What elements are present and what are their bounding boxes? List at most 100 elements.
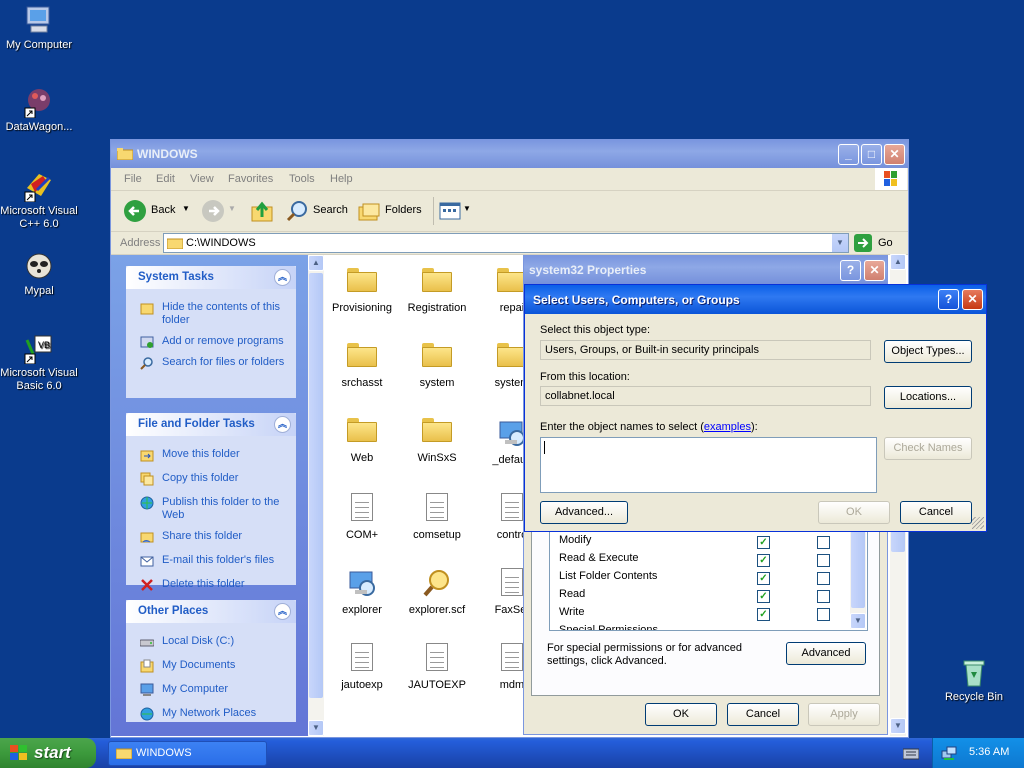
deny-checkbox[interactable]: [817, 608, 830, 621]
locations-button[interactable]: Locations...: [884, 386, 972, 409]
task-email-files[interactable]: E-mail this folder's files: [126, 552, 296, 569]
scroll-down-button[interactable]: ▼: [890, 718, 906, 734]
deny-checkbox[interactable]: [817, 572, 830, 585]
deny-checkbox[interactable]: [817, 536, 830, 549]
mypal-icon: [23, 250, 55, 282]
file-item[interactable]: WinSxS: [400, 418, 474, 464]
task-hide-contents[interactable]: Hide the contents of this folder: [126, 299, 296, 329]
menu-view[interactable]: View: [190, 173, 214, 185]
task-pane-scrollbar[interactable]: ▲ ▼: [308, 255, 324, 736]
collapse-chevron-icon[interactable]: ︽: [274, 603, 291, 620]
scroll-down-button[interactable]: ▼: [308, 720, 324, 736]
examples-link[interactable]: examples: [704, 421, 751, 433]
collapse-chevron-icon[interactable]: ︽: [274, 269, 291, 286]
file-item[interactable]: system: [400, 343, 474, 389]
place-my-documents[interactable]: My Documents: [126, 657, 296, 674]
task-delete-folder[interactable]: Delete this folder: [126, 576, 296, 593]
task-share-folder[interactable]: Share this folder: [126, 528, 296, 545]
close-button[interactable]: ✕: [864, 260, 885, 281]
cancel-button[interactable]: Cancel: [900, 501, 972, 524]
file-item[interactable]: Web: [325, 418, 399, 464]
deny-checkbox[interactable]: [817, 590, 830, 603]
folders-button[interactable]: Folders: [357, 199, 427, 223]
desktop-icon-mypal[interactable]: Mypal: [0, 250, 78, 298]
place-local-disk[interactable]: Local Disk (C:): [126, 633, 296, 650]
resize-grip-icon[interactable]: [972, 517, 984, 529]
ok-button[interactable]: OK: [645, 703, 717, 726]
allow-checkbox[interactable]: ✓: [757, 608, 770, 621]
desktop-icon-visual-cpp[interactable]: Microsoft Visual C++ 6.0: [0, 170, 78, 231]
scroll-down-button[interactable]: ▼: [850, 613, 866, 629]
menu-edit[interactable]: Edit: [156, 173, 175, 185]
menu-file[interactable]: File: [124, 173, 142, 185]
network-tray-icon[interactable]: [941, 745, 957, 761]
file-item[interactable]: comsetup: [400, 493, 474, 541]
permissions-scrollbar[interactable]: ▼: [850, 530, 866, 629]
task-publish-web[interactable]: Publish this folder to the Web: [126, 494, 296, 524]
place-my-computer[interactable]: My Computer: [126, 681, 296, 698]
scroll-thumb[interactable]: [309, 273, 323, 698]
file-item[interactable]: srchasst: [325, 343, 399, 389]
desktop-icon-visual-basic[interactable]: VB Microsoft Visual Basic 6.0: [0, 332, 78, 393]
help-button[interactable]: ?: [938, 289, 959, 310]
object-types-button[interactable]: Object Types...: [884, 340, 972, 363]
address-input[interactable]: C:\WINDOWS ▼: [163, 233, 849, 253]
properties-titlebar[interactable]: system32 Properties ? ✕: [524, 256, 887, 284]
minimize-button[interactable]: _: [838, 144, 859, 165]
keyboard-icon[interactable]: [902, 746, 920, 760]
close-button[interactable]: ✕: [884, 144, 905, 165]
back-button[interactable]: Back ▼: [123, 199, 193, 223]
deny-checkbox[interactable]: [817, 554, 830, 567]
file-item[interactable]: COM+: [325, 493, 399, 541]
search-button[interactable]: Search: [285, 199, 349, 223]
place-my-network[interactable]: My Network Places: [126, 705, 296, 722]
select-users-titlebar[interactable]: Select Users, Computers, or Groups ? ✕: [525, 285, 986, 314]
allow-checkbox[interactable]: ✓: [757, 572, 770, 585]
explorer-titlebar[interactable]: WINDOWS _ □ ✕: [111, 140, 908, 168]
menu-tools[interactable]: Tools: [289, 173, 315, 185]
object-names-input[interactable]: [540, 437, 877, 493]
apply-button[interactable]: Apply: [808, 703, 880, 726]
scroll-up-button[interactable]: ▲: [308, 255, 324, 271]
file-item[interactable]: Provisioning: [325, 268, 399, 314]
allow-checkbox[interactable]: ✓: [757, 554, 770, 567]
menu-favorites[interactable]: Favorites: [228, 173, 273, 185]
desktop-icon-datawagon[interactable]: DataWagon...: [0, 86, 78, 134]
check-names-button[interactable]: Check Names: [884, 437, 972, 460]
file-item[interactable]: JAUTOEXP: [400, 643, 474, 691]
other-places-header[interactable]: Other Places ︽: [126, 600, 296, 623]
scroll-up-button[interactable]: ▲: [890, 254, 906, 270]
scroll-thumb[interactable]: [851, 530, 865, 608]
task-move-folder[interactable]: Move this folder: [126, 446, 296, 463]
forward-button[interactable]: ▼: [201, 199, 237, 223]
ok-button[interactable]: OK: [818, 501, 890, 524]
close-button[interactable]: ✕: [962, 289, 983, 310]
help-button[interactable]: ?: [840, 260, 861, 281]
address-dropdown-button[interactable]: ▼: [832, 234, 848, 252]
system-tasks-header[interactable]: System Tasks ︽: [126, 266, 296, 289]
file-item[interactable]: explorer: [325, 568, 399, 616]
taskbar-button-windows[interactable]: WINDOWS: [108, 741, 267, 766]
start-button[interactable]: start: [0, 738, 96, 768]
advanced-button[interactable]: Advanced...: [540, 501, 628, 524]
views-button[interactable]: ▼: [438, 199, 471, 223]
allow-checkbox[interactable]: ✓: [757, 590, 770, 603]
go-button[interactable]: Go: [853, 233, 903, 253]
task-search-files[interactable]: Search for files or folders: [126, 354, 296, 371]
file-folder-tasks-header[interactable]: File and Folder Tasks ︽: [126, 413, 296, 436]
file-item[interactable]: Registration: [400, 268, 474, 314]
collapse-chevron-icon[interactable]: ︽: [274, 416, 291, 433]
advanced-button[interactable]: Advanced: [786, 642, 866, 665]
clock[interactable]: 5:36 AM: [969, 746, 1009, 758]
menu-help[interactable]: Help: [330, 173, 353, 185]
task-copy-folder[interactable]: Copy this folder: [126, 470, 296, 487]
file-item[interactable]: jautoexp: [325, 643, 399, 691]
file-item[interactable]: explorer.scf: [400, 568, 474, 616]
allow-checkbox[interactable]: ✓: [757, 536, 770, 549]
desktop-icon-my-computer[interactable]: My Computer: [0, 4, 78, 52]
task-add-remove-programs[interactable]: Add or remove programs: [126, 333, 296, 350]
up-folder-button[interactable]: [250, 199, 274, 223]
desktop-icon-recycle-bin[interactable]: Recycle Bin: [935, 656, 1013, 704]
cancel-button[interactable]: Cancel: [727, 703, 799, 726]
maximize-button[interactable]: □: [861, 144, 882, 165]
